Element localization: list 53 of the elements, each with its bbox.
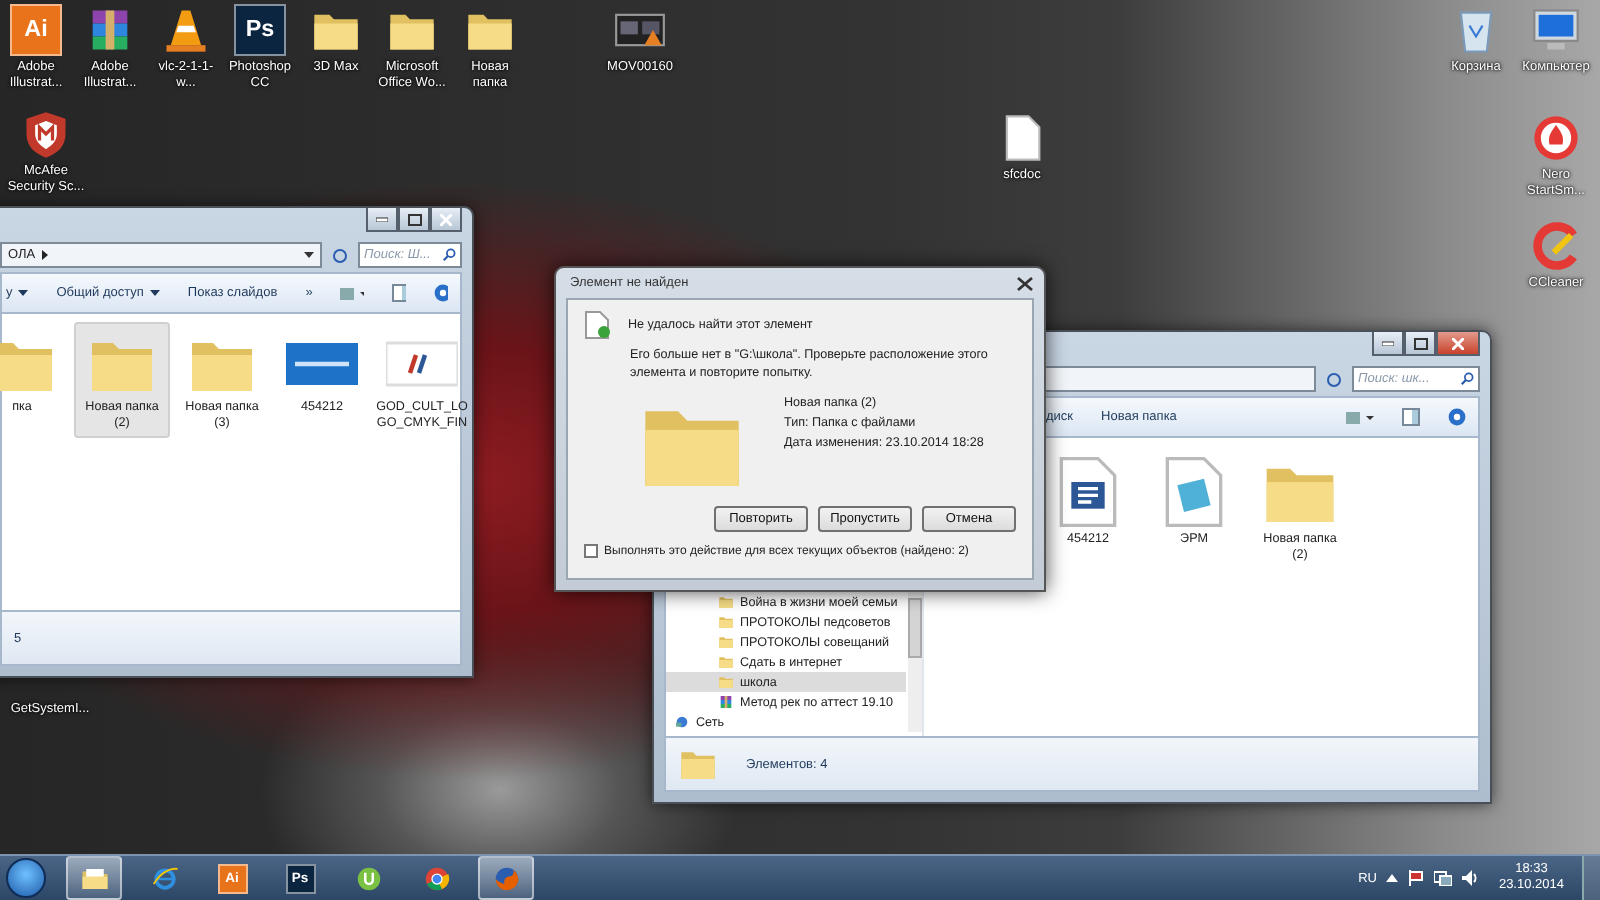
maximize-icon [1413, 337, 1427, 349]
maximize-button[interactable] [398, 208, 430, 232]
maximize-button[interactable] [1404, 332, 1436, 356]
folder-icon [718, 634, 734, 650]
chevron-icon [41, 250, 48, 260]
help-icon[interactable] [1448, 408, 1466, 426]
caret-icon [149, 290, 160, 296]
browser-icon [149, 863, 179, 893]
dropdown-arrow-icon [304, 251, 314, 259]
app-logo-icon: Ps [234, 4, 286, 56]
taskbar-button[interactable] [478, 856, 534, 900]
minimize-button[interactable] [1372, 332, 1404, 356]
close-icon[interactable] [1016, 275, 1034, 291]
close-button[interactable] [1436, 332, 1480, 356]
help-icon[interactable] [433, 284, 448, 302]
folder-icon [718, 594, 734, 610]
close-button[interactable] [430, 208, 462, 232]
folders-icon [79, 863, 109, 893]
search-icon [1460, 372, 1474, 386]
fox-globe-icon [491, 863, 521, 893]
archive-books-icon [718, 694, 734, 710]
minimize-icon [1382, 340, 1394, 346]
network-icon[interactable] [1434, 870, 1453, 886]
checkbox[interactable] [584, 544, 598, 558]
network-icon [674, 714, 690, 730]
start-button[interactable] [6, 858, 46, 898]
brush-icon [1530, 220, 1582, 272]
refresh-icon[interactable] [1324, 369, 1344, 389]
tray-expand-icon[interactable] [1386, 874, 1399, 882]
missing-file-icon [584, 310, 612, 340]
minimize-button[interactable] [366, 208, 398, 232]
taskbar-button[interactable] [66, 856, 122, 900]
maximize-icon [407, 213, 421, 225]
close-icon [1452, 337, 1464, 349]
view-options-icon[interactable] [1346, 409, 1374, 425]
folder-icon [718, 614, 734, 630]
preview-pane-icon[interactable] [391, 284, 406, 302]
volume-icon[interactable] [1462, 870, 1481, 886]
search-icon [442, 248, 456, 262]
monitor-icon [1530, 4, 1582, 56]
app-logo-icon: Ai [10, 4, 62, 56]
refresh-icon[interactable] [330, 245, 350, 265]
flame-disc-icon [1530, 112, 1582, 164]
caret-icon [18, 290, 29, 296]
flag-icon[interactable] [1408, 870, 1425, 886]
minimize-icon [376, 216, 388, 222]
round-app-icon [353, 863, 383, 893]
chrome-ball-icon [421, 863, 451, 893]
folder-icon [718, 674, 734, 690]
folder-icon [718, 654, 734, 670]
show-desktop-button[interactable] [1582, 856, 1600, 900]
preview-pane-icon[interactable] [1402, 408, 1420, 426]
close-icon [440, 213, 452, 225]
